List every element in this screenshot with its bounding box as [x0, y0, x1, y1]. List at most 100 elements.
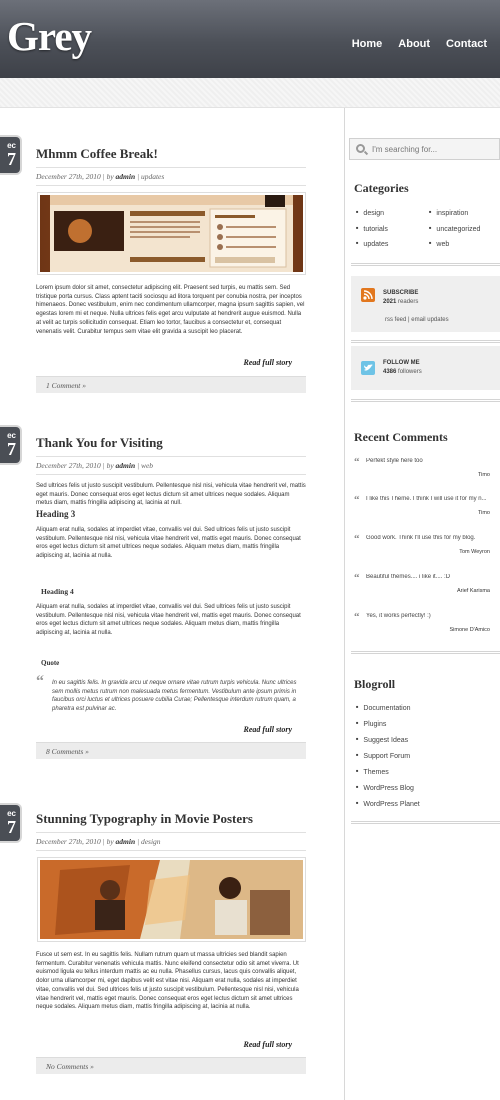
post-paragraph: Aliquam erat nulla, sodales at imperdiet…	[36, 604, 301, 637]
recent-comments-title: Recent Comments	[354, 430, 448, 444]
blogroll-link[interactable]: WordPress Blog	[356, 784, 413, 792]
quote-icon: “	[354, 494, 360, 506]
date-badge: ec 7	[0, 425, 22, 465]
quote-icon: “	[354, 533, 360, 545]
section-separator	[351, 399, 500, 402]
blogroll-link[interactable]: WordPress Planet	[356, 800, 419, 808]
post-title[interactable]: Thank You for Visiting	[36, 435, 163, 451]
bird-glyph	[364, 364, 373, 371]
comment-author[interactable]: Arief Karisma	[457, 588, 490, 594]
comment-excerpt[interactable]: Beautiful themes.... i like it.... :D	[366, 574, 498, 580]
quote-icon: “	[354, 611, 360, 623]
comments-link[interactable]: No Comments »	[36, 1057, 306, 1074]
section-separator	[351, 340, 500, 343]
subscriber-number: 2021	[383, 299, 397, 305]
category-link[interactable]: design	[356, 209, 384, 217]
subscribe-title: SUBSCRIBE	[383, 290, 419, 296]
post-paragraph: Aliquam erat nulla, sodales at imperdiet…	[36, 527, 301, 560]
category-link[interactable]: web	[429, 240, 449, 248]
blogroll-link[interactable]: Support Forum	[356, 752, 410, 760]
site-header: Grey Home About Contact	[0, 0, 500, 78]
section-separator	[351, 821, 500, 824]
post-title[interactable]: Mhmm Coffee Break!	[36, 146, 158, 162]
post-date: December 27th, 2010 | by	[36, 172, 116, 181]
post-title[interactable]: Stunning Typography in Movie Posters	[36, 811, 253, 827]
follow-title: FOLLOW ME	[383, 360, 420, 366]
nav-about[interactable]: About	[398, 38, 430, 50]
post-category[interactable]: | web	[135, 461, 153, 470]
date-badge: ec 7	[0, 803, 22, 843]
comment-author[interactable]: Timo	[478, 472, 490, 478]
twitter-icon[interactable]	[361, 361, 375, 375]
section-separator	[351, 651, 500, 654]
blogroll-link[interactable]: Documentation	[356, 704, 410, 712]
site-logo[interactable]: Grey	[7, 12, 92, 60]
category-link[interactable]: uncategorized	[429, 225, 480, 233]
post-thumbnail[interactable]	[37, 857, 306, 942]
subscriber-count: 2021 readers	[383, 299, 418, 305]
post-excerpt: Fusce ut sem est. In eu sagittis felis. …	[36, 952, 299, 1011]
comment-excerpt[interactable]: Yes, it works perfectly! :)	[366, 613, 498, 619]
comments-link[interactable]: 8 Comments »	[36, 742, 306, 759]
comments-link[interactable]: 1 Comment »	[36, 376, 306, 393]
rss-icon[interactable]	[361, 288, 375, 302]
post-meta: December 27th, 2010 | by admin | web	[36, 456, 306, 475]
main-content: ec 7 Mhmm Coffee Break! December 27th, 2…	[0, 108, 344, 1100]
category-link[interactable]: updates	[356, 240, 388, 248]
post-meta: December 27th, 2010 | by admin | updates	[36, 167, 306, 186]
post-category[interactable]: | updates	[135, 172, 164, 181]
blockquote: In eu sagittis felis. In gravida arcu ut…	[52, 680, 297, 712]
post-meta: December 27th, 2010 | by admin | design	[36, 832, 306, 851]
comment-excerpt[interactable]: Good work. Think I'll use this for my bl…	[366, 535, 498, 541]
post-paragraph: Sed ultrices felis ut justo suscipit ves…	[36, 483, 306, 507]
sidebar: I'm searching for... Categories design i…	[345, 108, 500, 1100]
post: ec 7 Mhmm Coffee Break! December 27th, 2…	[0, 108, 344, 398]
blogroll-link[interactable]: Themes	[356, 768, 388, 776]
post-author[interactable]: admin	[116, 837, 136, 846]
subscribe-box: SUBSCRIBE 2021 readers rss feed | email …	[351, 276, 500, 332]
nav-home[interactable]: Home	[352, 38, 383, 50]
rss-glyph	[363, 290, 373, 300]
comment-excerpt[interactable]: I like this Theme. I think I will use it…	[366, 496, 498, 502]
read-more-link[interactable]: Read full story	[244, 725, 292, 734]
comment-excerpt[interactable]: Perfekt style here too	[366, 458, 498, 464]
date-day: 7	[7, 149, 16, 169]
follower-count: 4386 followers	[383, 369, 422, 375]
category-link[interactable]: tutorials	[356, 225, 388, 233]
categories-title: Categories	[354, 181, 409, 195]
search-placeholder: I'm searching for...	[372, 145, 438, 154]
blogroll-link[interactable]: Plugins	[356, 720, 386, 728]
heading-4: Heading 4	[41, 587, 74, 596]
subscriber-label: readers	[396, 299, 419, 305]
post-category[interactable]: | design	[135, 837, 161, 846]
subscribe-links[interactable]: rss feed | email updates	[385, 317, 449, 323]
heading-3: Heading 3	[36, 509, 76, 519]
post-excerpt: Lorem ipsum dolor sit amet, consectetur …	[36, 285, 305, 335]
nav-contact[interactable]: Contact	[446, 38, 487, 50]
comment-author[interactable]: Tom Weyron	[459, 549, 490, 555]
quote-icon: “	[354, 456, 360, 468]
read-more-link[interactable]: Read full story	[244, 358, 292, 367]
post-author[interactable]: admin	[116, 172, 136, 181]
comment-author[interactable]: Simone D'Amico	[450, 627, 490, 633]
follower-label: followers	[396, 369, 422, 375]
follow-box: FOLLOW ME 4386 followers	[351, 346, 500, 390]
blogroll-link[interactable]: Suggest Ideas	[356, 736, 408, 744]
read-more-link[interactable]: Read full story	[244, 1040, 292, 1049]
section-separator	[351, 263, 500, 266]
category-link[interactable]: inspiration	[429, 209, 468, 217]
search-input[interactable]: I'm searching for...	[349, 138, 500, 160]
movie-poster-image	[40, 860, 303, 939]
quote-heading: Quote	[41, 659, 60, 667]
blogroll-title: Blogroll	[354, 677, 396, 691]
post-author[interactable]: admin	[116, 461, 136, 470]
main-nav: Home About Contact	[352, 38, 487, 50]
sub-header-band	[0, 78, 500, 108]
follower-number: 4386	[383, 369, 397, 375]
date-badge: ec 7	[0, 135, 22, 175]
post-date: December 27th, 2010 | by	[36, 837, 116, 846]
website-screenshot-image	[40, 195, 303, 272]
comment-author[interactable]: Timo	[478, 510, 490, 516]
post: ec 7 Thank You for Visiting December 27t…	[0, 398, 344, 778]
post-thumbnail[interactable]	[37, 192, 306, 275]
